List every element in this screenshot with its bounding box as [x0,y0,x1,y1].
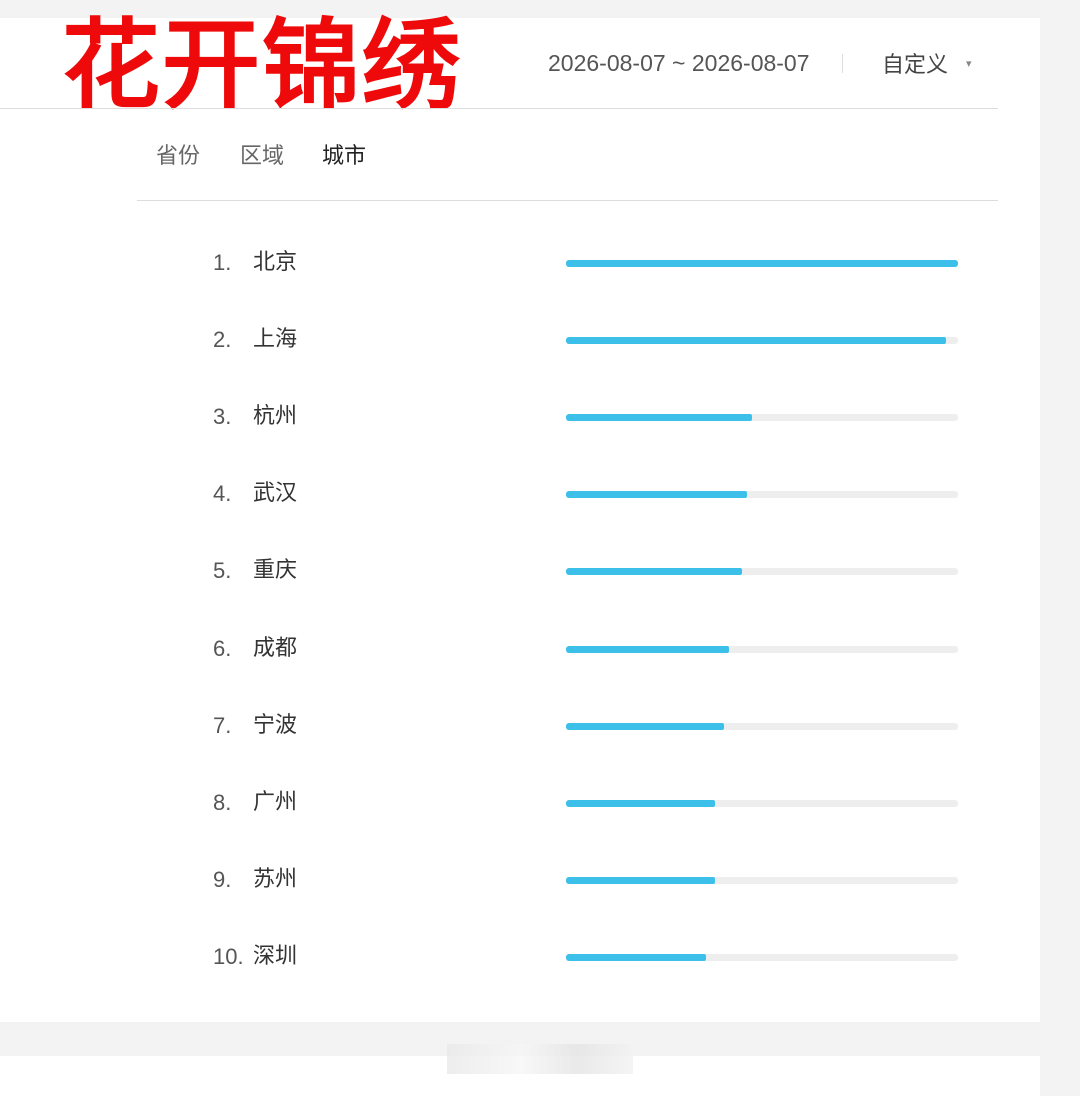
city-name: 广州 [253,790,298,815]
bar-fill [566,491,748,498]
rank-number: 5. [213,558,232,583]
bar-track [566,646,958,653]
ranking-row: 3. 杭州 [0,398,1040,438]
bar-track [566,877,958,884]
tab-province[interactable]: 省份 [156,140,200,174]
ranking-row: 7. 宁波 [0,707,1040,747]
bar-track [566,568,958,575]
city-name: 武汉 [253,481,298,506]
ranking-row: 1. 北京 [0,244,1040,284]
ranking-row: 9. 苏州 [0,861,1040,901]
header-divider [0,108,998,109]
ranking-row: 6. 成都 [0,630,1040,670]
rank-number: 7. [213,713,232,738]
ranking-row: 5. 重庆 [0,552,1040,592]
bar-fill [566,800,716,807]
city-name: 上海 [253,327,298,352]
city-name: 杭州 [253,404,298,429]
range-select-label: 自定义 [882,53,949,78]
rank-number: 4. [213,481,232,506]
rank-number: 1. [213,250,232,275]
bar-fill [566,723,724,730]
bar-track [566,337,958,344]
overlay-title: 花开锦绣 [62,9,463,123]
rank-number: 10. [213,944,244,969]
city-name: 深圳 [253,944,298,969]
bar-track [566,260,958,267]
ranking-row: 8. 广州 [0,784,1040,824]
watermark [447,1044,633,1074]
bar-track [566,414,958,421]
city-name: 重庆 [253,558,298,583]
bar-track [566,723,958,730]
bar-fill [566,260,958,267]
bar-fill [566,646,730,653]
tabs-divider [137,200,998,201]
range-select[interactable]: 自定义 ▾ [882,46,972,80]
rank-number: 9. [213,867,232,892]
bar-fill [566,568,742,575]
ranking-row: 10. 深圳 [0,938,1040,978]
city-name: 北京 [253,250,298,275]
date-range[interactable]: 2026-08-07 ~ 2026-08-07 [548,48,810,78]
city-name: 宁波 [253,713,298,738]
city-name: 苏州 [253,867,298,892]
ranking-row: 2. 上海 [0,321,1040,361]
bar-track [566,954,958,961]
caret-down-icon: ▾ [966,56,972,70]
bar-track [566,491,958,498]
rank-number: 8. [213,790,232,815]
bar-fill [566,877,716,884]
rank-number: 2. [213,327,232,352]
city-name: 成都 [253,636,298,661]
bar-track [566,800,958,807]
tab-city[interactable]: 城市 [322,140,366,174]
rank-number: 3. [213,404,232,429]
bar-fill [566,954,706,961]
rank-number: 6. [213,636,232,661]
bar-fill [566,414,753,421]
divider [842,54,843,73]
ranking-row: 4. 武汉 [0,475,1040,515]
tab-region[interactable]: 区域 [240,140,284,174]
bar-fill [566,337,947,344]
